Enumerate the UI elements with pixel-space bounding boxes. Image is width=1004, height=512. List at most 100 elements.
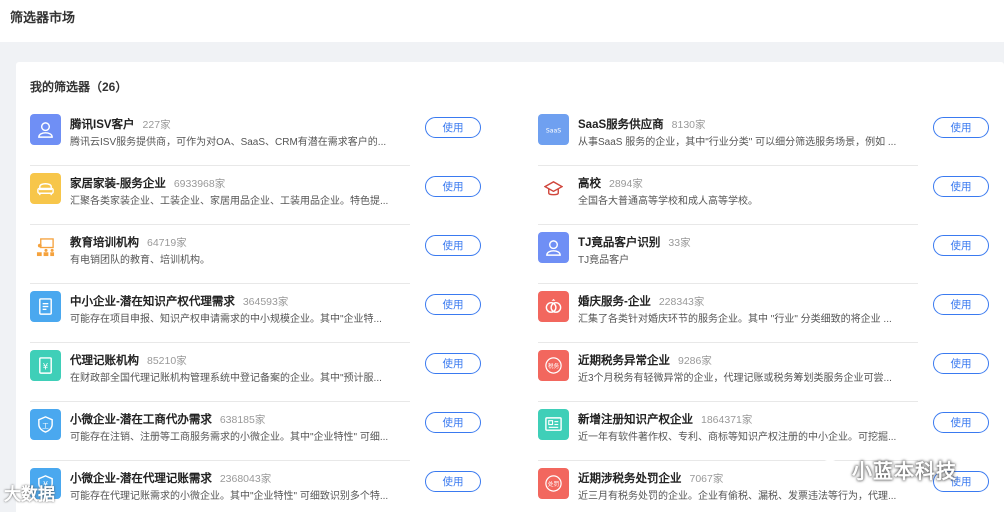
filter-count: 64719家 <box>147 237 187 249</box>
filter-name-text: 腾讯ISV客户 <box>70 119 135 131</box>
filter-row: 教育培训机构 64719家有电销团队的教育、培训机构。 使用 <box>30 225 481 284</box>
filter-count: 2368043家 <box>219 473 272 485</box>
use-button[interactable]: 使用 <box>933 294 989 315</box>
filter-description: 腾讯云ISV服务提供商，可作为对OA、SaaS、CRM有潜在需求客户的... <box>70 137 387 148</box>
tax-icon: 税务 <box>538 350 569 381</box>
use-button[interactable]: 使用 <box>933 412 989 433</box>
filter-name[interactable]: 近期税务异常企业 9286家 <box>578 352 712 368</box>
filter-description: 可能存在注销、注册等工商服务需求的小微企业。其中"企业特性" 可细... <box>70 432 389 443</box>
filter-row: 工 小微企业-潜在工商代办需求 638185家可能存在注销、注册等工商服务需求的小微… <box>30 402 481 461</box>
saas-icon: SaaS <box>538 114 569 145</box>
use-button[interactable]: 使用 <box>425 294 481 315</box>
svg-text:工: 工 <box>42 422 49 430</box>
certificate-icon <box>538 409 569 440</box>
use-button[interactable]: 使用 <box>425 235 481 256</box>
filter-name[interactable]: 小微企业-潜在代理记账需求 2368043家 <box>70 470 271 486</box>
filter-description: 近3个月税务有轻微异常的企业，代理记账或税务筹划类服务企业可尝... <box>578 373 892 384</box>
filter-row: SaaS SaaS服务供应商 8130家从事SaaS 服务的企业，其中"行业分类" … <box>538 107 989 166</box>
filter-row: TJ竟品客户识别 33家 TJ竟品客户 使用 <box>538 225 989 284</box>
svg-text:¥: ¥ <box>43 362 49 372</box>
filter-name[interactable]: 新增注册知识产权企业 1864371家 <box>578 411 752 427</box>
filter-row: 中小企业-潜在知识产权代理需求 364593家可能存在项目申报、知识产权申请需求的… <box>30 284 481 343</box>
filter-description: 近三月有税务处罚的企业。企业有偷税、漏税、发票违法等行为，代理... <box>578 491 897 502</box>
sofa-icon <box>30 173 61 204</box>
filter-description: 可能存在项目申报、知识产权申请需求的中小规模企业。其中"企业特... <box>70 314 382 325</box>
filter-count: 8130家 <box>671 119 706 131</box>
filter-name[interactable]: 教育培训机构 64719家 <box>70 234 187 250</box>
use-button[interactable]: 使用 <box>933 353 989 374</box>
filter-description: 汇聚各类家装企业、工装企业、家居用品企业、工装用品企业。特色提... <box>70 196 389 207</box>
filter-name[interactable]: SaaS服务供应商 8130家 <box>578 116 706 132</box>
filter-row: 家居家装-服务企业 6933968家汇聚各类家装企业、工装企业、家居用品企业、工装… <box>30 166 481 225</box>
document-icon <box>30 291 61 322</box>
user-icon <box>538 232 569 263</box>
filter-name-text: TJ竟品客户识别 <box>578 237 661 249</box>
classroom-icon <box>30 232 61 263</box>
filter-description: 有电销团队的教育、培训机构。 <box>70 255 210 266</box>
user-icon <box>30 114 61 145</box>
filter-description: 在财政部全国代理记账机构管理系统中登记备案的企业。其中"预计服... <box>70 373 382 384</box>
use-button[interactable]: 使用 <box>933 117 989 138</box>
filter-count: 85210家 <box>147 355 187 367</box>
filter-name-text: 中小企业-潜在知识产权代理需求 <box>70 296 235 308</box>
page-title: 筛选器市场 <box>10 10 76 25</box>
filter-count: 364593家 <box>242 296 289 308</box>
filter-count: 6933968家 <box>173 178 226 190</box>
filter-name-text: 小微企业-潜在工商代办需求 <box>70 414 212 426</box>
use-button[interactable]: 使用 <box>425 353 481 374</box>
filter-name[interactable]: TJ竟品客户识别 33家 <box>578 234 691 250</box>
rings-icon <box>538 291 569 322</box>
use-button[interactable]: 使用 <box>425 117 481 138</box>
filter-count: 33家 <box>668 237 691 249</box>
filter-name-text: 新增注册知识产权企业 <box>578 414 693 426</box>
shield-icon: 工 <box>30 409 61 440</box>
filter-description: TJ竟品客户 <box>578 255 630 266</box>
svg-text:税务: 税务 <box>548 362 560 370</box>
filter-description: 近一年有软件著作权、专利、商标等知识产权注册的中小企业。可挖掘... <box>578 432 897 443</box>
filter-name[interactable]: 近期涉税务处罚企业 7067家 <box>578 470 723 486</box>
filter-name[interactable]: 代理记账机构 85210家 <box>70 352 187 368</box>
filter-name[interactable]: 中小企业-潜在知识产权代理需求 364593家 <box>70 293 288 309</box>
use-button[interactable]: 使用 <box>425 471 481 492</box>
filter-name-text: 小微企业-潜在代理记账需求 <box>70 473 212 485</box>
filter-row: 税务 近期税务异常企业 9286家近3个月税务有轻微异常的企业，代理记账或税务筹划类… <box>538 343 989 402</box>
filter-row: 新增注册知识产权企业 1864371家近一年有软件著作权、专利、商标等知识产权注册… <box>538 402 989 461</box>
use-button[interactable]: 使用 <box>933 176 989 197</box>
filter-count: 638185家 <box>219 414 266 426</box>
ledger-icon: ¥ <box>30 350 61 381</box>
watermark-text: 小蓝本科技 <box>852 461 957 483</box>
filter-row: 婚庆服务-企业 228343家汇集了各类针对婚庆环节的服务企业。其中 "行业" 分… <box>538 284 989 343</box>
filter-name[interactable]: 高校 2894家 <box>578 175 643 191</box>
svg-text:处罚: 处罚 <box>548 480 560 488</box>
filter-name-text: SaaS服务供应商 <box>578 119 664 131</box>
use-button[interactable]: 使用 <box>425 176 481 197</box>
graduation-cap-icon <box>538 173 569 204</box>
watermark-left-text: 大数据 <box>4 485 55 504</box>
filter-count: 9286家 <box>678 355 712 367</box>
filter-count: 1864371家 <box>701 414 753 426</box>
filter-name[interactable]: 家居家装-服务企业 6933968家 <box>70 175 225 191</box>
use-button[interactable]: 使用 <box>425 412 481 433</box>
use-button[interactable]: 使用 <box>933 235 989 256</box>
filter-name[interactable]: 腾讯ISV客户 227家 <box>70 116 171 132</box>
filter-row: ¥ 代理记账机构 85210家在财政部全国代理记账机构管理系统中登记备案的企业。其中… <box>30 343 481 402</box>
filter-name-text: 家居家装-服务企业 <box>70 178 166 190</box>
filter-name[interactable]: 婚庆服务-企业 228343家 <box>578 293 704 309</box>
panel-title: 我的筛选器（26） <box>30 80 128 94</box>
filter-description: 全国各大普通高等学校和成人高等学校。 <box>578 196 758 207</box>
filter-name-text: 婚庆服务-企业 <box>578 296 651 308</box>
filter-description: 从事SaaS 服务的企业，其中"行业分类" 可以细分筛选服务场景，例如 ... <box>578 137 897 148</box>
filter-name-text: 代理记账机构 <box>70 355 139 367</box>
filter-name-text: 近期税务异常企业 <box>578 355 670 367</box>
svg-text:SaaS: SaaS <box>546 127 561 134</box>
top-bar: 筛选器市场 <box>0 0 1004 42</box>
penalty-icon: 处罚 <box>538 468 569 499</box>
filter-description: 汇集了各类针对婚庆环节的服务企业。其中 "行业" 分类细致的将企业 ... <box>578 314 892 325</box>
filter-panel: 我的筛选器（26） 腾讯ISV客户 227家腾讯云ISV服务提供商，可作为对OA、… <box>16 62 1004 512</box>
filter-name[interactable]: 小微企业-潜在工商代办需求 638185家 <box>70 411 265 427</box>
filter-description: 可能存在代理记账需求的小微企业。其中"企业特性" 可细致识别多个特... <box>70 491 389 502</box>
wechat-icon <box>820 459 846 480</box>
filter-row: 腾讯ISV客户 227家腾讯云ISV服务提供商，可作为对OA、SaaS、CRM有潜… <box>30 107 481 166</box>
filter-count: 227家 <box>142 119 171 131</box>
filter-count: 228343家 <box>658 296 705 308</box>
